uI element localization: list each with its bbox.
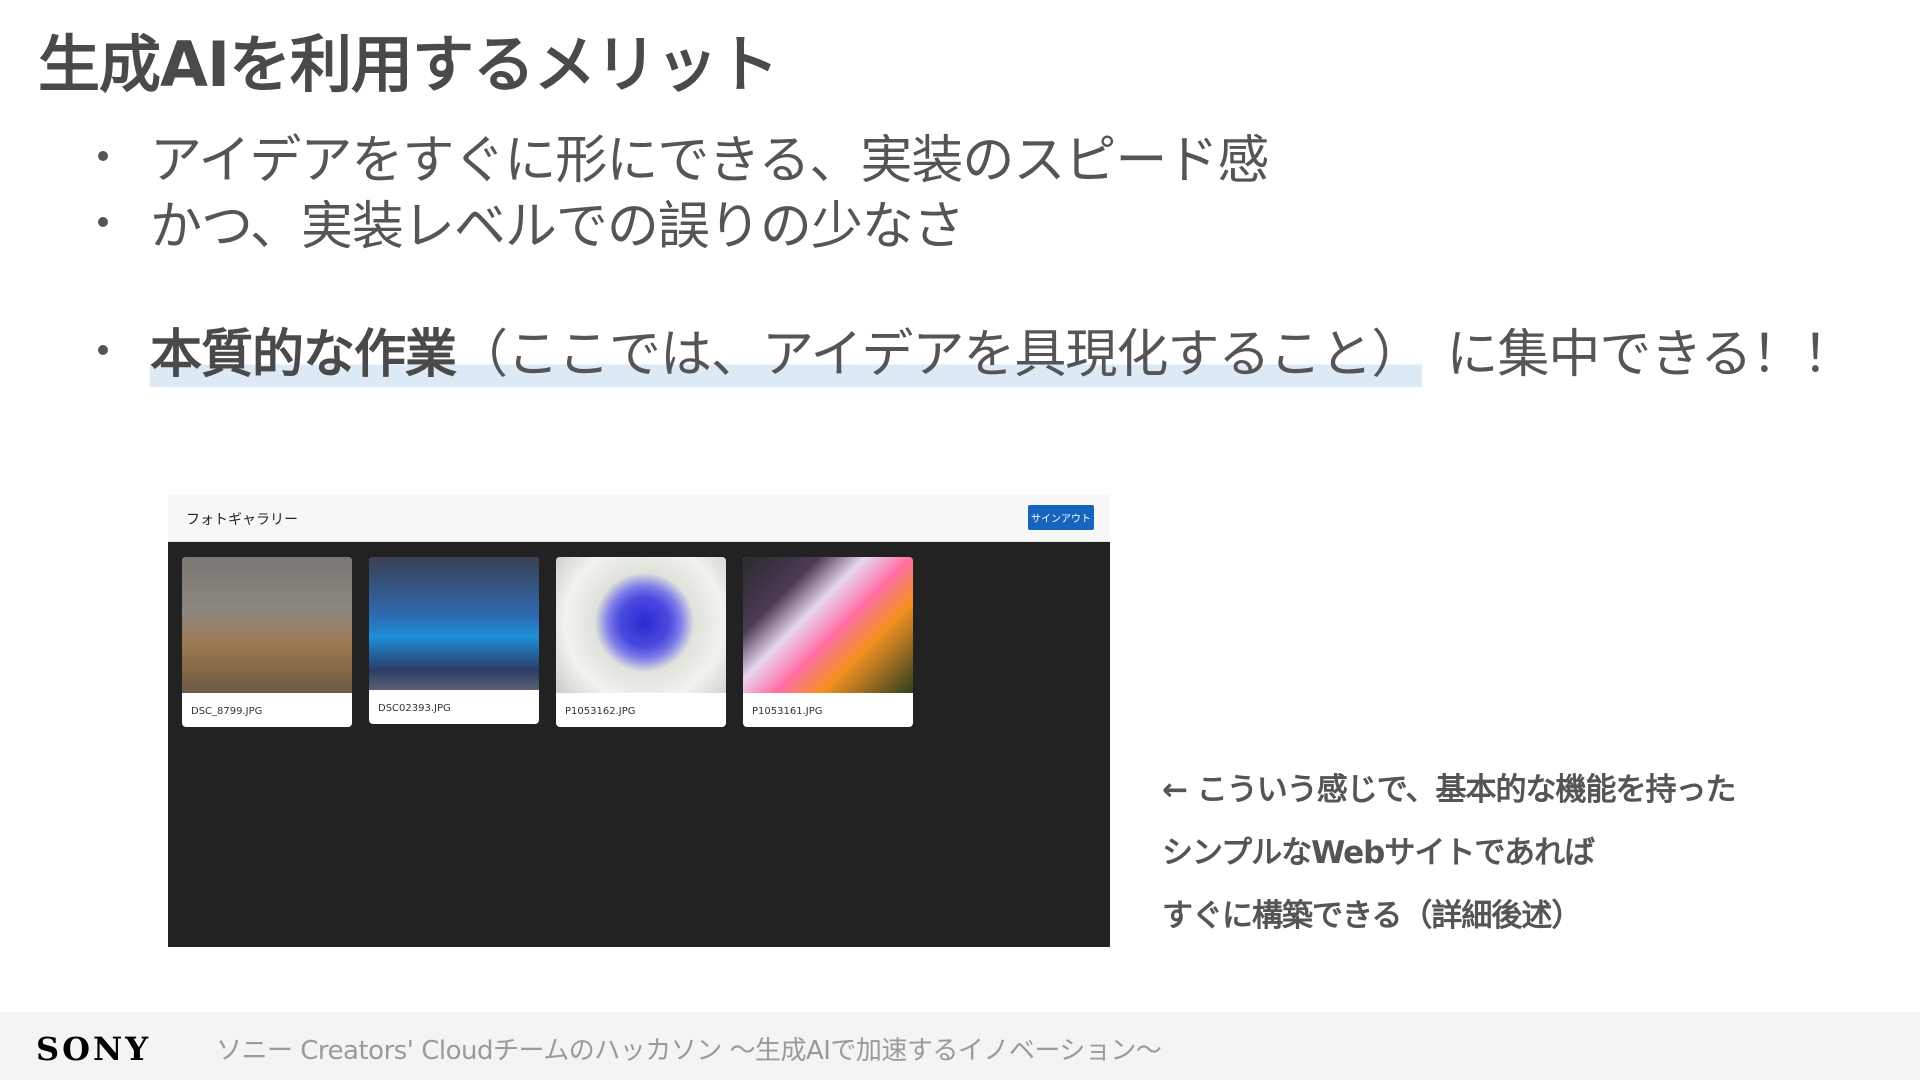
highlighted-phrase: 本質的な作業（ここでは、アイデアを具現化すること）	[150, 312, 1423, 387]
bullet-dot-icon	[98, 344, 108, 355]
gallery-title: フォトギャラリー	[186, 512, 298, 528]
photo-thumbnail	[556, 557, 726, 693]
side-note: ← こういう感じで、基本的な機能を持った シンプルなWebサイトであれば すぐに…	[1162, 762, 1737, 951]
bullet-text: かつ、実装レベルでの誤りの少なさ	[150, 197, 965, 257]
slide-title: 生成AIを利用するメリット	[38, 28, 779, 101]
photo-filename: P1053162.JPG	[565, 706, 636, 717]
side-note-line: ← こういう感じで、基本的な機能を持った	[1162, 772, 1737, 808]
closing-phrase: に集中できる！！	[1446, 325, 1854, 385]
photo-thumbnail	[182, 557, 352, 693]
bullet-dot-icon	[98, 216, 108, 227]
bold-phrase: 本質的な作業	[150, 325, 457, 385]
footer-text: ソニー Creators' Cloudチームのハッカソン ～生成AIで加速するイ…	[216, 1036, 1162, 1066]
photo-filename: DSC02393.JPG	[378, 703, 451, 714]
bullet-item: かつ、実装レベルでの誤りの少なさ	[98, 184, 965, 259]
bullet-text: アイデアをすぐに形にできる、実装のスピード感	[150, 131, 1269, 191]
photo-card[interactable]: P1053161.JPG	[743, 557, 913, 727]
side-note-line: シンプルなWebサイトであれば	[1162, 835, 1595, 871]
bullet-item: アイデアをすぐに形にできる、実装のスピード感	[98, 118, 1269, 193]
footer: SONY ソニー Creators' Cloudチームのハッカソン ～生成AIで…	[0, 1012, 1920, 1080]
photo-card[interactable]: DSC_8799.JPG	[182, 557, 352, 727]
paren-phrase: （ここでは、アイデアを具現化すること）	[456, 325, 1423, 385]
photo-filename: DSC_8799.JPG	[191, 706, 263, 717]
bullet-item-focus: 本質的な作業（ここでは、アイデアを具現化すること） に集中できる！！	[98, 312, 1854, 387]
photo-card[interactable]: DSC02393.JPG	[369, 557, 539, 724]
photo-filename: P1053161.JPG	[752, 706, 823, 717]
photo-thumbnail	[743, 557, 913, 693]
sony-logo: SONY	[36, 1030, 152, 1068]
photo-card[interactable]: P1053162.JPG	[556, 557, 726, 727]
bullet-dot-icon	[98, 150, 108, 161]
gallery-header: フォトギャラリー サインアウト	[168, 495, 1110, 542]
photo-thumbnail	[369, 557, 539, 690]
signout-button[interactable]: サインアウト	[1028, 505, 1094, 530]
gallery-screenshot: フォトギャラリー サインアウト DSC_8799.JPG DSC02393.JP…	[168, 495, 1110, 947]
side-note-line: すぐに構築できる（詳細後述）	[1162, 898, 1582, 934]
